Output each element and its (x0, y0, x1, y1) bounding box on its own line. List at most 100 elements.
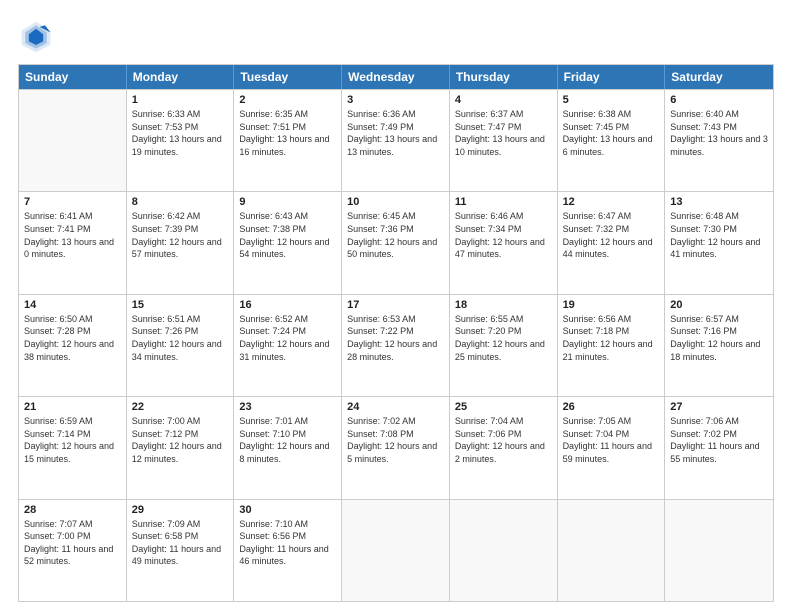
calendar-cell (665, 500, 773, 601)
sunrise-text: Sunrise: 6:45 AM (347, 210, 444, 223)
day-number: 27 (670, 401, 768, 413)
daylight-text: Daylight: 12 hours and 41 minutes. (670, 236, 768, 261)
day-info: Sunrise: 6:46 AMSunset: 7:34 PMDaylight:… (455, 210, 552, 260)
day-number: 5 (563, 94, 660, 106)
sunset-text: Sunset: 7:45 PM (563, 121, 660, 134)
day-number: 6 (670, 94, 768, 106)
sunset-text: Sunset: 7:51 PM (239, 121, 336, 134)
day-number: 14 (24, 299, 121, 311)
calendar-cell: 3Sunrise: 6:36 AMSunset: 7:49 PMDaylight… (342, 90, 450, 191)
daylight-text: Daylight: 12 hours and 25 minutes. (455, 338, 552, 363)
day-info: Sunrise: 7:07 AMSunset: 7:00 PMDaylight:… (24, 518, 121, 568)
calendar-cell: 26 Sunrise: 7:05 AMSunset: 7:04 PMDayligh… (558, 397, 666, 498)
day-number: 21 (24, 401, 121, 413)
sunset-text: Sunset: 7:41 PM (24, 223, 121, 236)
day-number: 15 (132, 299, 229, 311)
sunrise-text: Sunrise: 7:07 AM (24, 518, 121, 531)
daylight-text: Daylight: 13 hours and 19 minutes. (132, 133, 229, 158)
calendar-cell: 5 Sunrise: 6:38 AMSunset: 7:45 PMDaylight… (558, 90, 666, 191)
sunrise-text: Sunrise: 6:51 AM (132, 313, 229, 326)
daylight-text: Daylight: 12 hours and 54 minutes. (239, 236, 336, 261)
sunrise-text: Sunrise: 6:48 AM (670, 210, 768, 223)
sunrise-text: Sunrise: 6:55 AM (455, 313, 552, 326)
daylight-text: Daylight: 12 hours and 34 minutes. (132, 338, 229, 363)
day-info: Sunrise: 7:05 AMSunset: 7:04 PMDaylight:… (563, 415, 660, 465)
sunrise-text: Sunrise: 6:36 AM (347, 108, 444, 121)
day-info: Sunrise: 6:42 AMSunset: 7:39 PMDaylight:… (132, 210, 229, 260)
day-number: 16 (239, 299, 336, 311)
day-info: Sunrise: 6:38 AMSunset: 7:45 PMDaylight:… (563, 108, 660, 158)
sunset-text: Sunset: 7:04 PM (563, 428, 660, 441)
day-number: 12 (563, 196, 660, 208)
sunset-text: Sunset: 7:43 PM (670, 121, 768, 134)
sunset-text: Sunset: 7:24 PM (239, 325, 336, 338)
daylight-text: Daylight: 12 hours and 5 minutes. (347, 440, 444, 465)
daylight-text: Daylight: 13 hours and 10 minutes. (455, 133, 552, 158)
sunrise-text: Sunrise: 7:06 AM (670, 415, 768, 428)
sunset-text: Sunset: 7:08 PM (347, 428, 444, 441)
header-day-monday: Monday (127, 65, 235, 89)
sunset-text: Sunset: 7:20 PM (455, 325, 552, 338)
day-number: 1 (132, 94, 229, 106)
calendar-cell: 9Sunrise: 6:43 AMSunset: 7:38 PMDaylight… (234, 192, 342, 293)
day-info: Sunrise: 6:55 AMSunset: 7:20 PMDaylight:… (455, 313, 552, 363)
day-number: 26 (563, 401, 660, 413)
day-number: 22 (132, 401, 229, 413)
sunset-text: Sunset: 7:12 PM (132, 428, 229, 441)
sunset-text: Sunset: 7:26 PM (132, 325, 229, 338)
sunrise-text: Sunrise: 6:46 AM (455, 210, 552, 223)
day-number: 29 (132, 504, 229, 516)
daylight-text: Daylight: 11 hours and 52 minutes. (24, 543, 121, 568)
day-info: Sunrise: 6:59 AMSunset: 7:14 PMDaylight:… (24, 415, 121, 465)
daylight-text: Daylight: 11 hours and 46 minutes. (239, 543, 336, 568)
day-number: 25 (455, 401, 552, 413)
day-info: Sunrise: 6:41 AMSunset: 7:41 PMDaylight:… (24, 210, 121, 260)
sunset-text: Sunset: 7:36 PM (347, 223, 444, 236)
sunset-text: Sunset: 7:06 PM (455, 428, 552, 441)
day-number: 30 (239, 504, 336, 516)
day-number: 10 (347, 196, 444, 208)
sunset-text: Sunset: 7:53 PM (132, 121, 229, 134)
day-number: 2 (239, 94, 336, 106)
calendar-cell (342, 500, 450, 601)
logo-icon (18, 18, 54, 54)
calendar-cell: 1Sunrise: 6:33 AMSunset: 7:53 PMDaylight… (127, 90, 235, 191)
day-info: Sunrise: 6:51 AMSunset: 7:26 PMDaylight:… (132, 313, 229, 363)
logo (18, 18, 60, 54)
calendar-cell (558, 500, 666, 601)
calendar-week-5: 28 Sunrise: 7:07 AMSunset: 7:00 PMDayligh… (19, 499, 773, 601)
day-number: 19 (563, 299, 660, 311)
sunrise-text: Sunrise: 6:43 AM (239, 210, 336, 223)
day-info: Sunrise: 7:00 AMSunset: 7:12 PMDaylight:… (132, 415, 229, 465)
sunrise-text: Sunrise: 7:04 AM (455, 415, 552, 428)
calendar-cell: 15 Sunrise: 6:51 AMSunset: 7:26 PMDayligh… (127, 295, 235, 396)
day-number: 9 (239, 196, 336, 208)
sunrise-text: Sunrise: 7:02 AM (347, 415, 444, 428)
day-number: 28 (24, 504, 121, 516)
day-info: Sunrise: 6:35 AMSunset: 7:51 PMDaylight:… (239, 108, 336, 158)
sunset-text: Sunset: 7:30 PM (670, 223, 768, 236)
sunset-text: Sunset: 7:28 PM (24, 325, 121, 338)
calendar-cell: 30Sunrise: 7:10 AMSunset: 6:56 PMDayligh… (234, 500, 342, 601)
sunrise-text: Sunrise: 6:41 AM (24, 210, 121, 223)
day-info: Sunrise: 6:45 AMSunset: 7:36 PMDaylight:… (347, 210, 444, 260)
calendar-cell (450, 500, 558, 601)
daylight-text: Daylight: 11 hours and 59 minutes. (563, 440, 660, 465)
sunset-text: Sunset: 6:58 PM (132, 530, 229, 543)
header (18, 18, 774, 54)
daylight-text: Daylight: 11 hours and 49 minutes. (132, 543, 229, 568)
day-number: 23 (239, 401, 336, 413)
day-info: Sunrise: 6:40 AMSunset: 7:43 PMDaylight:… (670, 108, 768, 158)
sunset-text: Sunset: 6:56 PM (239, 530, 336, 543)
day-number: 13 (670, 196, 768, 208)
daylight-text: Daylight: 13 hours and 3 minutes. (670, 133, 768, 158)
calendar-cell: 16Sunrise: 6:52 AMSunset: 7:24 PMDayligh… (234, 295, 342, 396)
day-number: 11 (455, 196, 552, 208)
calendar-cell: 17Sunrise: 6:53 AMSunset: 7:22 PMDayligh… (342, 295, 450, 396)
sunset-text: Sunset: 7:47 PM (455, 121, 552, 134)
header-day-friday: Friday (558, 65, 666, 89)
daylight-text: Daylight: 13 hours and 0 minutes. (24, 236, 121, 261)
sunrise-text: Sunrise: 6:52 AM (239, 313, 336, 326)
calendar-cell: 8Sunrise: 6:42 AMSunset: 7:39 PMDaylight… (127, 192, 235, 293)
daylight-text: Daylight: 12 hours and 21 minutes. (563, 338, 660, 363)
